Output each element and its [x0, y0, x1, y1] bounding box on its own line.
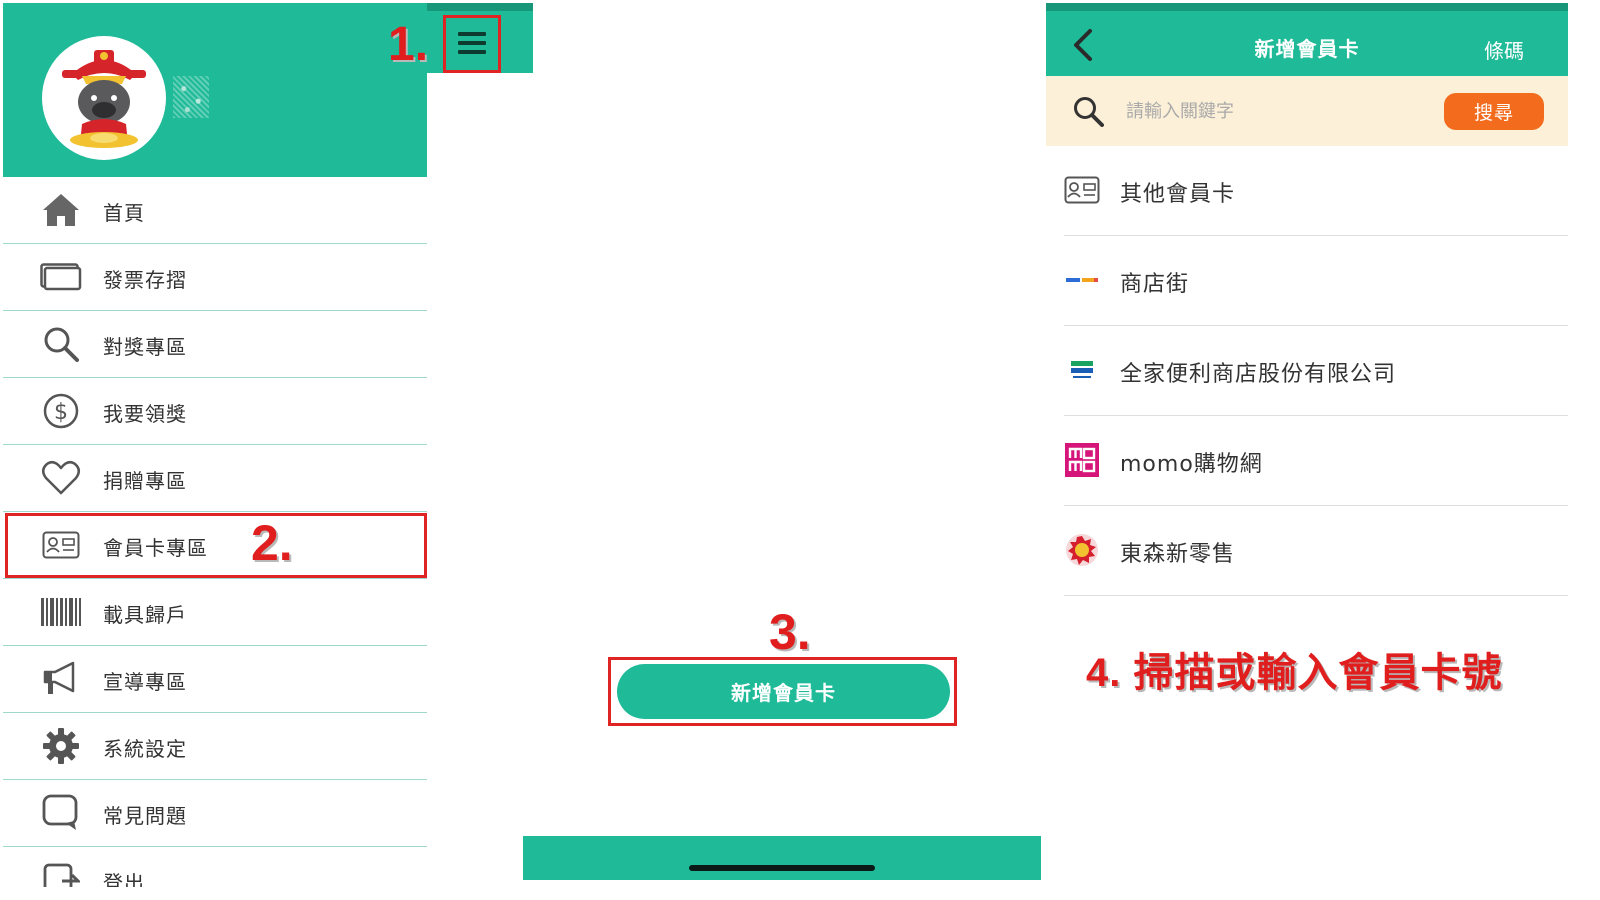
avatar[interactable]: [42, 36, 166, 160]
menu-item-donation[interactable]: 捐贈專區: [3, 445, 427, 512]
add-member-card-button[interactable]: 新增會員卡: [617, 664, 950, 719]
card-row-label: 商店街: [1120, 272, 1190, 297]
etmall-logo-icon: [1064, 532, 1100, 568]
card-row-momo[interactable]: momo購物網: [1064, 416, 1568, 506]
step-3-label: 3.: [769, 604, 811, 660]
menu-item-label: 載具歸戶: [103, 603, 187, 627]
search-icon: [40, 324, 82, 364]
card-row-label: momo購物網: [1120, 452, 1263, 477]
member-card-zone-panel: 新增會員卡: [523, 0, 1050, 900]
menu-item-label: 首頁: [103, 201, 145, 225]
menu-item-label: 常見問題: [103, 804, 187, 828]
home-icon: [40, 190, 82, 230]
search-button[interactable]: 搜尋: [1444, 93, 1544, 130]
barcode-link[interactable]: 條碼: [1484, 35, 1524, 64]
menu-item-member-card[interactable]: 會員卡專區: [3, 512, 427, 579]
menu-item-faq[interactable]: 常見問題: [3, 780, 427, 847]
menu-item-label: 宣導專區: [103, 670, 187, 694]
invoice-book-icon: [40, 257, 82, 297]
step-2-label: 2.: [251, 515, 293, 571]
heart-icon: [40, 458, 82, 498]
card-row-etmall[interactable]: 東森新零售: [1064, 506, 1568, 596]
menu-item-label: 發票存摺: [103, 268, 187, 292]
card-page-header: 新增會員卡 條碼: [1046, 3, 1568, 76]
search-input[interactable]: [1126, 96, 1426, 126]
menu-item-label: 對獎專區: [103, 335, 187, 359]
card-row-label: 東森新零售: [1120, 542, 1236, 567]
pchome-store-logo-icon: [1064, 262, 1100, 298]
barcode-icon: [40, 592, 82, 632]
member-card-icon: [1064, 172, 1100, 208]
menu-item-label: 系統設定: [103, 737, 187, 761]
bottom-bar: [523, 836, 1041, 880]
menu-item-lottery-check[interactable]: 對獎專區: [3, 311, 427, 378]
step-4-label: 4. 掃描或輸入會員卡號: [1086, 651, 1503, 695]
menu-item-logout[interactable]: 登出: [3, 847, 427, 887]
profile-qr-thumbnail: [173, 76, 209, 118]
card-row-store-street[interactable]: 商店街: [1064, 236, 1568, 326]
logout-icon: [40, 860, 82, 887]
menu-item-invoice-book[interactable]: 發票存摺: [3, 244, 427, 311]
menu-item-label: 登出: [103, 871, 145, 887]
megaphone-icon: [40, 659, 82, 699]
card-list: 其他會員卡 商店街 全家便利商店股份有限公司 momo購物網 東森新零售: [1064, 146, 1568, 596]
question-bubble-icon: [40, 793, 82, 833]
familymart-logo-icon: [1064, 352, 1100, 388]
search-icon: [1072, 95, 1104, 127]
menu-item-settings[interactable]: 系統設定: [3, 713, 427, 780]
card-row-other[interactable]: 其他會員卡: [1064, 146, 1568, 236]
menu-item-label: 捐贈專區: [103, 469, 187, 493]
momo-logo-icon: [1064, 442, 1100, 478]
member-card-icon: [40, 525, 82, 565]
search-bar: 搜尋: [1046, 76, 1568, 146]
profile-header: [3, 3, 427, 177]
hamburger-menu-button[interactable]: [443, 15, 501, 73]
menu-item-label: 會員卡專區: [103, 536, 208, 560]
menu-item-label: 我要領獎: [103, 402, 187, 426]
dollar-icon: $: [40, 391, 82, 431]
add-member-card-panel: 新增會員卡 條碼 搜尋 其他會員卡 商店街 全家便利商店股份有限公司: [1046, 3, 1568, 900]
gear-icon: [40, 726, 82, 766]
home-indicator[interactable]: [689, 865, 875, 871]
side-menu-panel: 1. 首頁 發票存摺 對獎專區 $ 我要領獎 捐贈專區 會員卡專區 載具歸戶 宣…: [3, 3, 533, 900]
menu-list: 首頁 發票存摺 對獎專區 $ 我要領獎 捐贈專區 會員卡專區 載具歸戶 宣導專區…: [3, 177, 427, 887]
card-row-familymart[interactable]: 全家便利商店股份有限公司: [1064, 326, 1568, 416]
svg-text:$: $: [54, 400, 68, 425]
card-row-label: 全家便利商店股份有限公司: [1120, 362, 1397, 387]
menu-item-claim-prize[interactable]: $ 我要領獎: [3, 378, 427, 445]
menu-item-carrier[interactable]: 載具歸戶: [3, 579, 427, 646]
menu-item-promotion[interactable]: 宣導專區: [3, 646, 427, 713]
menu-item-home[interactable]: 首頁: [3, 177, 427, 244]
card-row-label: 其他會員卡: [1120, 182, 1236, 207]
step-1-label: 1.: [388, 18, 429, 71]
